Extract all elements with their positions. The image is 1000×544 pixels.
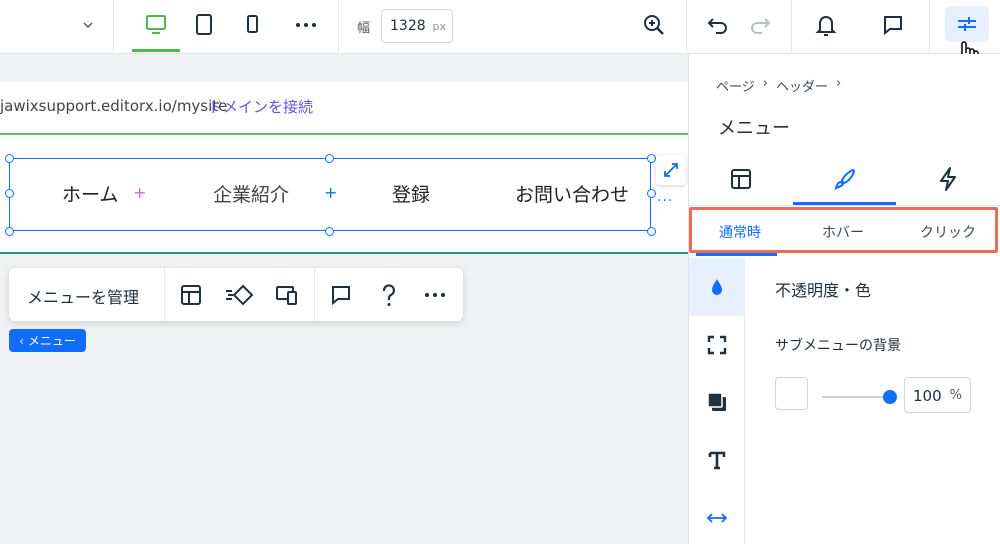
plus-icon: + <box>133 183 147 202</box>
breadcrumb-header[interactable]: ヘッダー <box>776 76 828 95</box>
device-active-indicator <box>132 49 180 52</box>
layout-icon[interactable] <box>176 280 206 310</box>
layout-icon <box>731 169 751 189</box>
settings-sliders-icon[interactable] <box>952 10 982 38</box>
menu-item-about[interactable]: 企業紹介 <box>213 180 289 207</box>
field-label: サブメニューの背景 <box>775 338 901 354</box>
responsive-icon[interactable] <box>272 280 302 310</box>
width-label: 幅 <box>357 21 371 36</box>
bell-icon[interactable] <box>811 10 841 40</box>
resize-handle[interactable] <box>647 189 656 198</box>
opacity-value: 100 <box>913 387 942 405</box>
opacity-slider-track[interactable] <box>822 396 888 398</box>
resize-handle[interactable] <box>5 227 14 236</box>
section-title: 不透明度・色 <box>775 281 872 300</box>
border-corners-icon[interactable] <box>702 330 732 360</box>
menu-item-home[interactable]: ホーム <box>62 180 118 207</box>
expand-arrows-icon <box>664 163 678 177</box>
width-unit: px <box>432 20 447 33</box>
divider <box>164 268 165 321</box>
dotted-extension: ··· <box>657 193 674 209</box>
element-tag-label: メニュー <box>27 334 76 348</box>
site-url: jawixsupport.editorx.io/mysite <box>0 97 228 115</box>
resize-handle[interactable] <box>325 227 334 236</box>
connect-domain-link[interactable]: ドメインを接続 <box>208 96 313 117</box>
interactions-bolt-icon <box>940 167 956 191</box>
divider <box>689 205 1000 206</box>
element-tag-badge[interactable]: ‹ メニュー <box>9 329 86 352</box>
resize-handle[interactable] <box>5 154 14 163</box>
state-tab-hover[interactable]: ホバー <box>822 222 864 242</box>
chevron-down-icon[interactable] <box>78 15 98 35</box>
tab-design[interactable] <box>793 164 897 194</box>
redo-icon[interactable] <box>745 10 775 40</box>
divider <box>791 0 792 54</box>
manage-menu-button[interactable]: メニューを管理 <box>27 284 139 308</box>
tab-layout[interactable] <box>689 164 793 194</box>
opacity-input[interactable]: 100 % <box>904 377 971 413</box>
divider <box>929 0 930 54</box>
section-guide-line <box>0 133 688 135</box>
mobile-icon[interactable] <box>237 10 267 40</box>
state-tab-click[interactable]: クリック <box>920 222 976 242</box>
breadcrumb: ページ › ヘッダー › <box>716 76 841 95</box>
divider <box>314 268 315 321</box>
help-icon[interactable] <box>374 280 404 310</box>
opacity-slider-thumb[interactable] <box>883 390 897 404</box>
chevron-left-icon: ‹ <box>19 333 24 348</box>
resize-handle[interactable] <box>647 227 656 236</box>
zoom-icon[interactable] <box>639 10 669 40</box>
shadow-icon[interactable] <box>702 387 732 417</box>
text-icon[interactable] <box>702 445 732 475</box>
more-icon[interactable] <box>420 280 450 310</box>
tablet-icon[interactable] <box>189 10 219 40</box>
state-active-indicator <box>696 253 777 256</box>
desktop-icon[interactable] <box>141 10 171 40</box>
undo-icon[interactable] <box>703 10 733 40</box>
panel-title: メニュー <box>718 118 790 139</box>
more-icon[interactable] <box>291 10 321 40</box>
breadcrumb-separator: › <box>835 76 842 91</box>
fill-drop-icon[interactable] <box>702 272 732 302</box>
width-value: 1328 <box>390 18 426 34</box>
stretch-button[interactable] <box>656 155 686 185</box>
divider <box>338 0 339 54</box>
color-swatch[interactable] <box>775 377 808 410</box>
comment-icon[interactable] <box>878 10 908 40</box>
divider <box>686 0 687 54</box>
width-input[interactable]: 1328 px <box>381 9 453 43</box>
resize-handle[interactable] <box>5 189 14 198</box>
comment-icon[interactable] <box>326 280 356 310</box>
menu-item-contact[interactable]: お問い合わせ <box>515 180 629 207</box>
design-brush-icon <box>834 168 856 190</box>
resize-handle[interactable] <box>325 154 334 163</box>
breadcrumb-separator: › <box>762 76 768 91</box>
opacity-unit: % <box>949 388 962 403</box>
animation-icon[interactable] <box>222 280 256 310</box>
tab-interactions[interactable] <box>896 164 1000 194</box>
divider <box>113 0 114 54</box>
header-bottom-line <box>0 252 688 254</box>
resize-handle[interactable] <box>647 154 656 163</box>
breadcrumb-page[interactable]: ページ <box>716 76 755 95</box>
plus-icon: + <box>324 183 338 202</box>
state-tab-regular[interactable]: 通常時 <box>719 222 761 242</box>
menu-item-register[interactable]: 登録 <box>392 180 430 207</box>
context-toolbar: メニューを管理 <box>9 268 463 321</box>
spacing-arrows-icon[interactable] <box>702 503 732 533</box>
